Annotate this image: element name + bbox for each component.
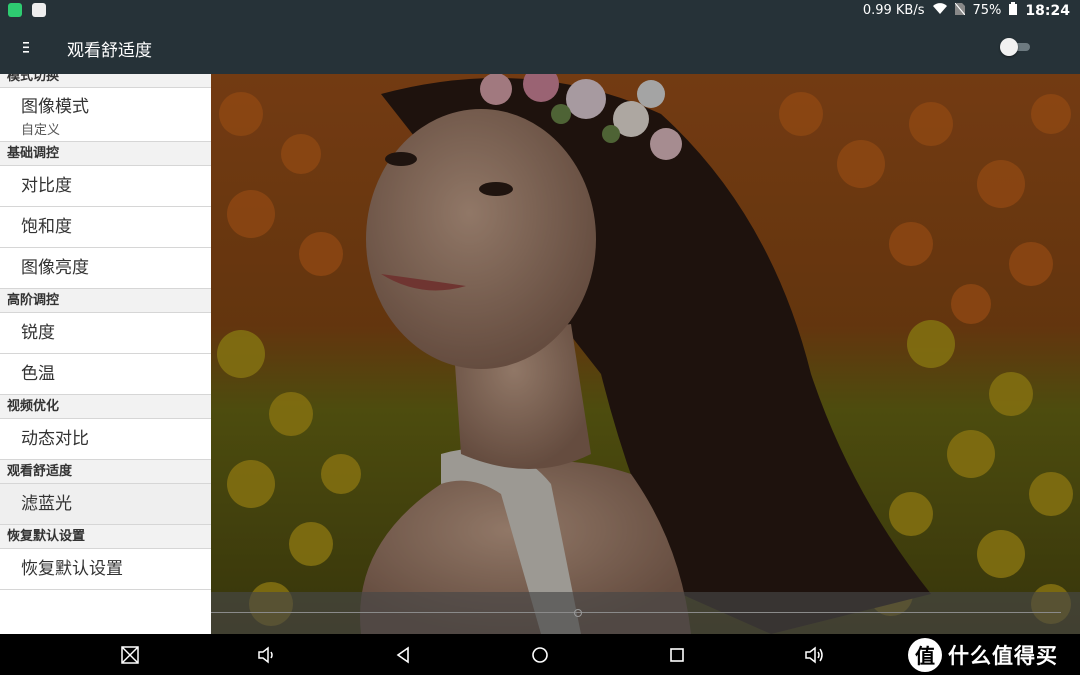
section-header-mode: 模式切换 [0, 74, 211, 88]
preview-dim-overlay [211, 74, 1080, 634]
menu-item-contrast[interactable]: 对比度 [0, 166, 211, 207]
menu-item-saturation[interactable]: 饱和度 [0, 207, 211, 248]
clock: 18:24 [1025, 2, 1070, 19]
section-header-advanced: 高阶调控 [0, 289, 211, 313]
wifi-icon [932, 3, 947, 18]
battery-level: 75% [972, 3, 1002, 18]
back-icon[interactable] [393, 644, 415, 666]
network-speed: 0.99 KB/s [862, 3, 925, 18]
menu-item-blue-light-filter[interactable]: 滤蓝光 [0, 484, 211, 525]
watermark: 值 什么值得买 [908, 634, 1058, 675]
menu-item-dynamic-contrast[interactable]: 动态对比 [0, 419, 211, 460]
settings-panel: 模式切换 图像模式 自定义 基础调控 对比度 饱和度 图像亮度 高阶调控 锐度 … [0, 74, 211, 634]
app-bar: 观看舒适度 [0, 22, 1080, 74]
home-icon[interactable] [529, 644, 551, 666]
preview-scrubber[interactable] [211, 592, 1080, 634]
watermark-text: 什么值得买 [948, 643, 1058, 668]
menu-item-color-temperature[interactable]: 色温 [0, 354, 211, 395]
scrubber-thumb[interactable] [574, 609, 582, 617]
app-notification-icon [8, 3, 22, 17]
screenshot-icon[interactable] [119, 644, 141, 666]
section-header-video: 视频优化 [0, 395, 211, 419]
menu-item-reset-defaults[interactable]: 恢复默认设置 [0, 549, 211, 590]
page-title: 观看舒适度 [67, 41, 152, 61]
menu-item-picture-mode[interactable]: 图像模式 自定义 [0, 88, 211, 142]
menu-icon[interactable] [18, 37, 38, 57]
watermark-logo-icon: 值 [908, 637, 942, 672]
preview-photo [211, 74, 1080, 634]
section-header-basic: 基础调控 [0, 142, 211, 166]
toggle-knob [1000, 38, 1018, 56]
menu-item-sharpness[interactable]: 锐度 [0, 313, 211, 354]
section-header-comfort: 观看舒适度 [0, 460, 211, 484]
menu-item-label: 图像模式 [21, 97, 89, 117]
scrubber-track [211, 612, 1061, 613]
volume-up-icon[interactable] [803, 644, 825, 666]
status-bar: 0.99 KB/s 75% 18:24 [0, 0, 1080, 22]
menu-item-value: 自定义 [21, 123, 61, 138]
recents-icon[interactable] [666, 644, 688, 666]
gallery-notification-icon [32, 3, 46, 17]
eye-comfort-toggle[interactable] [1000, 38, 1030, 56]
no-sim-icon [954, 2, 965, 19]
volume-down-icon[interactable] [256, 644, 278, 666]
battery-icon [1009, 2, 1018, 19]
menu-item-brightness[interactable]: 图像亮度 [0, 248, 211, 289]
section-header-reset: 恢复默认设置 [0, 525, 211, 549]
